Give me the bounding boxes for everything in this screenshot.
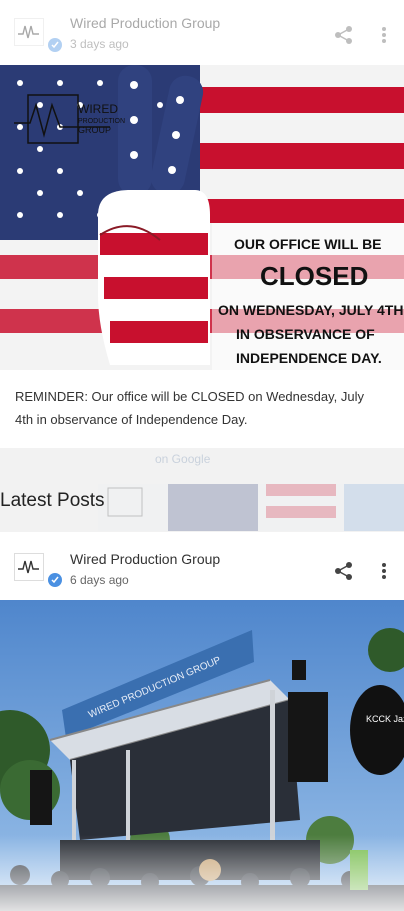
ghost-on-google: on Google	[155, 452, 211, 466]
ghost-preview-strip	[98, 484, 404, 531]
avatar[interactable]	[14, 18, 44, 46]
post-1-header: Wired Production Group 3 days ago	[0, 0, 404, 64]
share-icon[interactable]	[334, 25, 354, 45]
image-logo-line2: PRODUCTION	[78, 118, 125, 125]
post-author[interactable]: Wired Production Group	[70, 551, 220, 567]
logo-mark-icon	[18, 25, 39, 39]
image-logo-line1: WIRED	[78, 102, 118, 116]
bottom-fade-overlay	[0, 835, 404, 911]
post-time: 3 days ago	[70, 37, 129, 51]
verified-icon	[48, 573, 62, 587]
sign-text: KCCK Jazz	[366, 714, 404, 724]
share-icon[interactable]	[334, 561, 354, 581]
image-text-line5: INDEPENDENCE DAY.	[236, 350, 382, 366]
verified-icon	[48, 38, 62, 52]
more-vert-icon[interactable]	[380, 25, 388, 45]
image-text-line3: ON WEDNESDAY, JULY 4TH	[218, 302, 403, 318]
image-text-line4: IN OBSERVANCE OF	[236, 326, 375, 342]
logo-mark-icon	[18, 560, 39, 574]
section-title: Latest Posts	[0, 490, 105, 511]
post-image-flag[interactable]: WIRED PRODUCTION GROUP OUR OFFICE WILL B…	[0, 65, 404, 370]
post-caption: REMINDER: Our office will be CLOSED on W…	[15, 389, 364, 427]
post-2-header: Wired Production Group 6 days ago	[0, 533, 404, 601]
image-text-line1: OUR OFFICE WILL BE	[234, 236, 382, 252]
more-vert-icon[interactable]	[380, 561, 388, 581]
post-author[interactable]: Wired Production Group	[70, 15, 220, 31]
image-logo-line3: GROUP	[78, 125, 111, 135]
image-text-line2: CLOSED	[260, 261, 368, 291]
post-time: 6 days ago	[70, 573, 129, 587]
avatar[interactable]	[14, 553, 44, 581]
post-header: Wired Production Group 3 days ago	[0, 0, 404, 64]
